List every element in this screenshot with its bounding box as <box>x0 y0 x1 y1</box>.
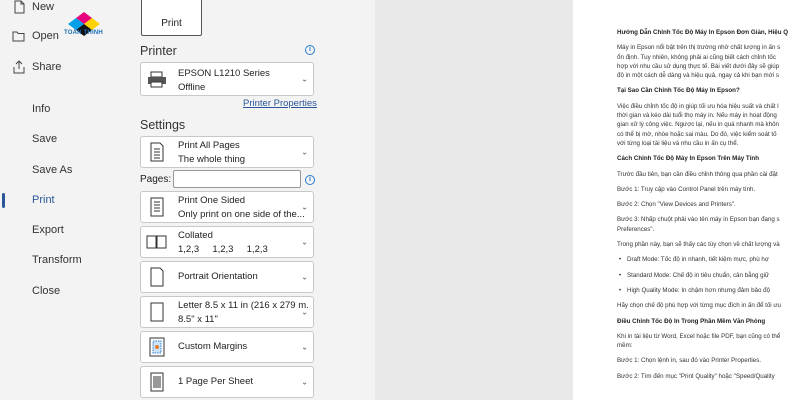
doc-line: Trước đầu tiên, bạn cần điều chỉnh thông… <box>617 170 778 178</box>
print-range-icon <box>146 141 168 163</box>
doc-line: Bước 2: Tìm đến mục "Print Quality" hoặc… <box>617 372 775 380</box>
printer-icon <box>146 68 168 90</box>
nav-share[interactable]: Share <box>0 54 107 80</box>
chevron-down-icon: ⌄ <box>301 377 308 387</box>
nav-save-label: Save <box>32 133 58 145</box>
doc-line: mềm: <box>617 342 633 350</box>
doc-line: Bước 1: Truy cập vào Control Panel trên … <box>617 185 756 193</box>
doc-line: Trong phần này, bạn sẽ thấy các tùy chọn… <box>617 241 780 249</box>
nav-print-label: Print <box>32 194 55 206</box>
pages-per-sheet-icon <box>146 371 168 393</box>
doc-line: Việc điều chỉnh tốc độ in giúp tối ưu hó… <box>617 102 779 110</box>
chevron-down-icon: ⌄ <box>301 342 308 352</box>
nav-export[interactable]: Export <box>0 217 107 243</box>
printer-properties-link[interactable]: Printer Properties <box>243 98 317 109</box>
chevron-down-icon: ⌄ <box>301 272 308 282</box>
doc-bullet: Draft Mode: Tốc độ in nhanh, tiết kiệm m… <box>617 255 800 264</box>
margins-icon <box>146 336 168 358</box>
sides-select[interactable]: Print One Sided Only print on one side o… <box>140 191 314 223</box>
nav-print[interactable]: Print <box>0 187 107 213</box>
sides-line2: Only print on one side of the... <box>178 209 305 220</box>
doc-line: Preferences". <box>617 225 655 233</box>
printer-name: EPSON L1210 Series <box>178 68 270 79</box>
doc-line: ổn định. Tuy nhiên, không phải ai cũng b… <box>617 53 776 61</box>
info-icon[interactable]: i <box>305 175 315 185</box>
backstage-nav: New Open Share Info Save Save As Print E… <box>0 0 107 400</box>
nav-open-label: Open <box>32 30 59 42</box>
portrait-icon <box>146 266 168 288</box>
nav-save-as-label: Save As <box>32 164 73 176</box>
doc-line: Hãy chọn chế độ phù hợp với từng mục đíc… <box>617 302 781 310</box>
doc-line: Máy in Epson nổi bật trên thị trường nhờ… <box>617 44 781 52</box>
paper-size-icon <box>146 301 168 323</box>
brand-logo <box>66 10 108 42</box>
document-preview-text: Hướng Dẫn Chỉnh Tốc Độ Máy In Epson Đơn … <box>617 28 800 381</box>
print-range-select[interactable]: Print All Pages The whole thing ⌄ <box>140 136 314 168</box>
nav-close-label: Close <box>32 285 61 297</box>
doc-line: có thể bị mờ, nhòe hoặc sai màu. Do đó, … <box>617 130 777 138</box>
pages-label: Pages: <box>140 174 172 185</box>
paper-size-select[interactable]: Letter 8.5 x 11 in (216 x 279 m... 8.5" … <box>140 296 314 328</box>
one-sided-icon <box>146 196 168 218</box>
folder-open-icon <box>12 29 26 43</box>
paper-size-line2: 8.5" x 11" <box>178 314 218 325</box>
doc-heading: Tại Sao Cần Chỉnh Tốc Độ Máy In Epson? <box>617 87 740 95</box>
printer-heading: Printer <box>140 44 177 58</box>
nav-save[interactable]: Save <box>0 126 107 152</box>
collate-line2: 1,2,3 1,2,3 1,2,3 <box>178 244 268 255</box>
print-range-line1: Print All Pages <box>178 140 240 151</box>
print-range-line2: The whole thing <box>178 154 246 165</box>
doc-bullet: Standard Mode: Chế độ in tiêu chuẩn, cân… <box>617 271 800 280</box>
doc-line: Bước 3: Nhấp chuột phải vào tên máy in E… <box>617 216 780 224</box>
doc-heading: Hướng Dẫn Chỉnh Tốc Độ Máy In Epson Đơn … <box>617 29 789 36</box>
orientation-label: Portrait Orientation <box>178 271 258 282</box>
doc-heading: Cách Chỉnh Tốc Độ Máy In Epson Trên Máy … <box>617 155 759 163</box>
chevron-down-icon: ⌄ <box>301 202 308 212</box>
pages-per-sheet-label: 1 Page Per Sheet <box>178 376 253 387</box>
nav-share-label: Share <box>32 61 62 73</box>
doc-heading: Điều Chỉnh Tốc Độ In Trong Phần Mềm Văn … <box>617 317 766 325</box>
chevron-down-icon: ⌄ <box>301 237 308 247</box>
nav-info-label: Info <box>32 103 51 115</box>
margins-select[interactable]: Custom Margins ⌄ <box>140 331 314 363</box>
print-button[interactable]: Print <box>141 0 202 36</box>
sides-line1: Print One Sided <box>178 195 246 206</box>
doc-line: hợp với nhu cầu sử dụng thực tế. Bài viế… <box>617 62 780 70</box>
doc-line: với từng loại tài liệu và nhu cầu in ấn … <box>617 139 739 147</box>
brand-logo-text: TOAN THINH <box>64 30 103 36</box>
new-document-icon <box>12 0 26 14</box>
collate-select[interactable]: Collated 1,2,3 1,2,3 1,2,3 ⌄ <box>140 226 314 258</box>
nav-close[interactable]: Close <box>0 278 107 304</box>
margins-label: Custom Margins <box>178 341 248 352</box>
chevron-down-icon: ⌄ <box>301 74 308 84</box>
collate-line1: Collated <box>178 230 213 241</box>
nav-info[interactable]: Info <box>0 96 107 122</box>
share-icon <box>12 60 26 74</box>
doc-line: Khi in tài liệu từ Word, Excel hoặc file… <box>617 332 781 340</box>
chevron-down-icon: ⌄ <box>301 307 308 317</box>
chevron-down-icon: ⌄ <box>301 147 308 157</box>
printer-status: Offline <box>178 82 206 93</box>
nav-export-label: Export <box>32 224 64 236</box>
nav-new-label: New <box>32 1 55 13</box>
nav-save-as[interactable]: Save As <box>0 157 107 183</box>
doc-line: Bước 1: Chọn lệnh in, sau đó vào Printer… <box>617 357 762 365</box>
doc-line: độ in một cách dễ dàng và hiệu quả, ngay… <box>617 72 779 80</box>
orientation-select[interactable]: Portrait Orientation ⌄ <box>140 261 314 293</box>
nav-transform[interactable]: Transform <box>0 247 107 273</box>
active-indicator <box>2 193 5 208</box>
settings-heading: Settings <box>140 118 186 132</box>
paper-size-line1: Letter 8.5 x 11 in (216 x 279 m... <box>178 300 308 311</box>
doc-line: thời gian và kéo dài tuổi thọ máy in. Nế… <box>617 112 777 120</box>
pages-per-sheet-select[interactable]: 1 Page Per Sheet ⌄ <box>140 366 314 398</box>
printer-select[interactable]: EPSON L1210 Series Offline ⌄ <box>140 62 314 96</box>
doc-line: gian xử lý công việc. Ngược lại, nếu in … <box>617 121 779 129</box>
nav-transform-label: Transform <box>32 254 82 266</box>
info-icon[interactable]: i <box>305 45 315 55</box>
doc-bullet: High Quality Mode: In chậm hơn nhưng đảm… <box>617 286 800 295</box>
collated-icon <box>146 231 168 253</box>
pages-input[interactable] <box>173 170 301 188</box>
print-button-label: Print <box>161 18 182 29</box>
doc-line: Bước 2: Chọn "View Devices and Printers"… <box>617 201 736 209</box>
